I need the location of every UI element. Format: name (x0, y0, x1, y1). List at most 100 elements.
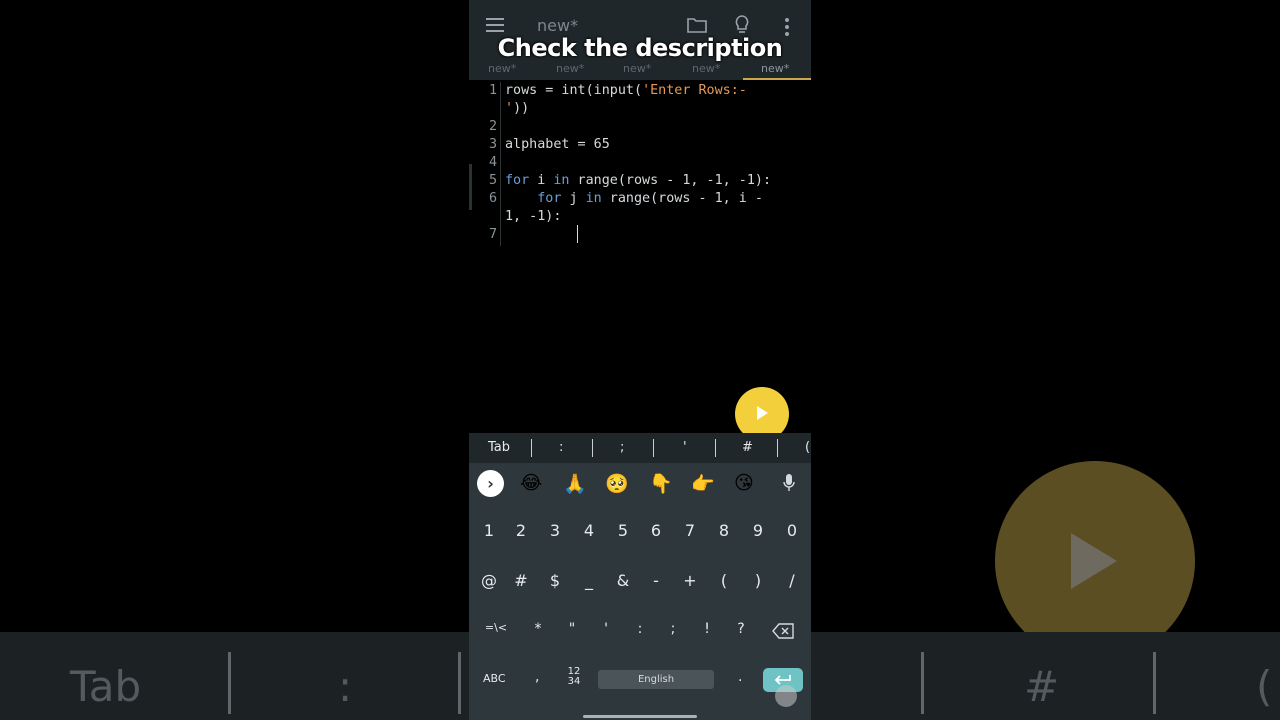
symbol-key[interactable]: * (523, 621, 553, 637)
code-line: for j in range(rows - 1, i - (505, 191, 763, 206)
number-key[interactable]: 3 (540, 521, 570, 540)
background-colon: : (338, 662, 353, 711)
symbol-key[interactable]: ! (692, 621, 722, 637)
symbol-key[interactable]: ' (591, 621, 621, 637)
code-editor[interactable]: 1 2 3 4 5 6 7 rows = int(input('Enter Ro… (469, 82, 811, 432)
number-key[interactable]: 6 (641, 521, 671, 540)
number-key[interactable]: 5 (608, 521, 638, 540)
code-text: j (561, 191, 586, 206)
line-number: 1 (488, 83, 497, 98)
microphone-icon[interactable] (783, 474, 795, 492)
symbol-key[interactable]: & (608, 571, 638, 590)
comma-key[interactable]: , (535, 669, 539, 685)
background-play-blur (995, 461, 1195, 661)
home-indicator[interactable] (583, 715, 697, 718)
tab-5-active[interactable]: new* (761, 62, 789, 75)
symbol-key[interactable]: # (506, 571, 536, 590)
code-string: 'Enter Rows:- (642, 83, 747, 98)
number-key[interactable]: 0 (777, 521, 807, 540)
code-line: alphabet = 65 (505, 137, 610, 152)
symbol-key[interactable]: =\< (481, 621, 511, 634)
number-key[interactable]: 1 (474, 521, 504, 540)
symbol-key-semicolon[interactable]: ; (620, 440, 624, 455)
symbol-key-tab[interactable]: Tab (488, 440, 510, 455)
tab-2[interactable]: new* (556, 62, 584, 75)
numpad-key[interactable]: 12 34 (563, 667, 585, 687)
video-caption-overlay: Check the description (497, 34, 783, 62)
tab-1[interactable]: new* (488, 62, 516, 75)
emoji-suggestion-row: › 😂 🙏 🥺 👇 👉 😘 (469, 463, 811, 503)
tab-4[interactable]: new* (692, 62, 720, 75)
symbol-key[interactable]: ( (709, 571, 739, 590)
numpad-key-bottom: 34 (567, 676, 581, 687)
symbol-key[interactable]: ; (658, 621, 688, 637)
number-key[interactable]: 7 (675, 521, 705, 540)
symbol-key-colon[interactable]: : (559, 440, 563, 455)
code-line: rows = int(input('Enter Rows:- (505, 83, 747, 98)
background-paren: ( (1256, 662, 1273, 711)
line-number: 2 (488, 119, 497, 134)
symbol-key-quote[interactable]: ' (683, 440, 687, 455)
play-icon (757, 406, 768, 420)
emoji-key[interactable]: 👉 (691, 472, 715, 495)
symbol-key[interactable]: ) (743, 571, 773, 590)
backspace-icon[interactable] (772, 623, 794, 639)
screen: Tab : # ( new* new* new* new* new* new* … (0, 0, 1280, 720)
code-text: alphabet = 65 (505, 137, 610, 152)
number-key[interactable]: 8 (709, 521, 739, 540)
code-line: for i in range(rows - 1, -1, -1): (505, 173, 771, 188)
line-number: 3 (488, 137, 497, 152)
symbol-key[interactable]: / (777, 571, 807, 590)
soft-keyboard: › 😂 🙏 🥺 👇 👉 😘 1234567890 @ # $ _ & - +() / =\< *… (469, 463, 811, 720)
number-key[interactable]: 2 (506, 521, 536, 540)
number-key[interactable]: 9 (743, 521, 773, 540)
code-string: ' (505, 101, 514, 116)
expand-chevron-icon[interactable]: › (477, 470, 504, 497)
line-number: 4 (488, 155, 497, 170)
period-key[interactable]: . (738, 669, 742, 685)
symbol-key-paren[interactable]: ( (805, 440, 810, 455)
text-cursor (577, 225, 578, 243)
symbol-bar: Tab : ; ' # ( (469, 433, 811, 463)
symbol-key-hash[interactable]: # (742, 440, 753, 455)
space-bar[interactable]: English (598, 670, 714, 689)
hamburger-menu-icon[interactable] (486, 18, 504, 32)
file-title: new* (537, 16, 579, 35)
emoji-key[interactable]: 🙏 (563, 472, 587, 495)
file-tabs: new* new* new* new* new* (469, 60, 811, 80)
code-text: 1, -1): (505, 209, 562, 224)
code-keyword: in (585, 191, 602, 206)
code-keyword: for (505, 173, 530, 188)
code-line: ')) (505, 101, 529, 116)
editor-scrollbar[interactable] (469, 164, 472, 210)
symbol-key[interactable]: ? (726, 621, 756, 637)
tab-3[interactable]: new* (623, 62, 651, 75)
number-key[interactable]: 4 (574, 521, 604, 540)
code-text: range(rows - 1, -1, -1): (569, 173, 772, 188)
code-line: 1, -1): (505, 209, 561, 224)
touch-indicator (775, 685, 797, 707)
code-keyword: for (537, 191, 562, 206)
code-keyword: in (553, 173, 570, 188)
emoji-key[interactable]: 😂 (520, 472, 542, 494)
lightbulb-icon[interactable] (734, 15, 750, 35)
symbol-key[interactable]: + (675, 571, 705, 590)
symbol-key[interactable]: _ (574, 571, 604, 590)
line-number: 7 (488, 227, 497, 242)
emoji-key[interactable]: 🥺 (605, 472, 629, 495)
folder-icon[interactable] (687, 17, 707, 33)
active-tab-indicator (743, 78, 811, 80)
background-tab-label: Tab (70, 662, 142, 711)
symbol-key[interactable]: @ (474, 571, 504, 590)
line-number: 6 (488, 191, 497, 206)
symbol-key[interactable]: $ (540, 571, 570, 590)
code-text: rows = int(input( (505, 83, 643, 98)
emoji-key[interactable]: 😘 (734, 472, 754, 494)
emoji-key[interactable]: 👇 (649, 472, 673, 495)
symbol-key[interactable]: " (557, 621, 587, 637)
symbol-key[interactable]: - (641, 571, 671, 590)
abc-key[interactable]: ABC (483, 672, 506, 685)
symbol-key[interactable]: : (625, 621, 655, 637)
code-text: range(rows - 1, i - (601, 191, 763, 206)
